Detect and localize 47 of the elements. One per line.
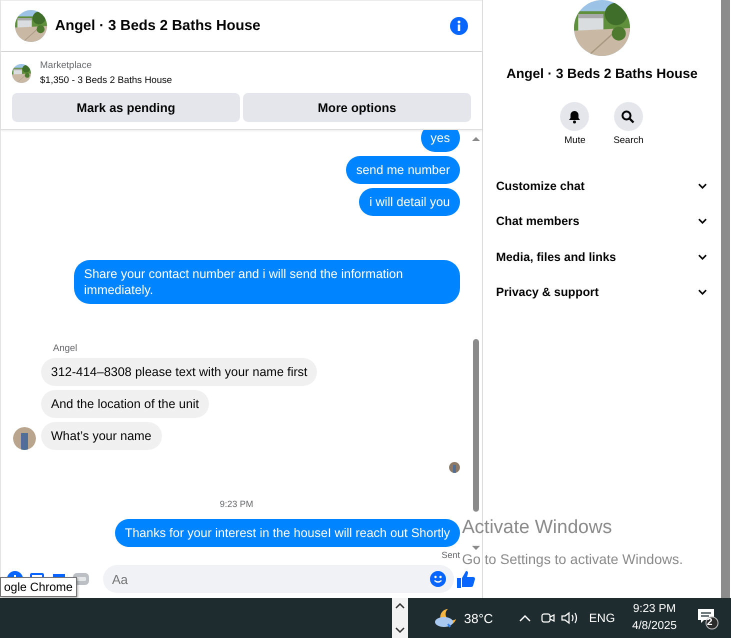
message-field[interactable]: Aa <box>103 565 454 593</box>
details-title: Angel · 3 Beds 2 Baths House <box>506 66 698 81</box>
seen-avatar <box>449 462 460 473</box>
activation-title: Activate Windows <box>462 517 613 539</box>
sender-name: Angel <box>53 343 78 354</box>
message-bubble: And the location of the unit <box>41 390 210 418</box>
activation-hint: Go to Settings to activate Windows. <box>462 551 683 567</box>
listing-source: Marketplace <box>40 60 93 71</box>
message-bubble: What’s your name <box>41 422 162 450</box>
scrollbar[interactable] <box>721 0 730 598</box>
chevron-icon <box>698 289 707 296</box>
notification-icon[interactable] <box>696 606 720 630</box>
scroll-arrows-icon[interactable] <box>392 598 408 638</box>
weather-icon[interactable] <box>434 607 458 629</box>
thumbs-up-icon[interactable] <box>456 569 476 589</box>
temperature[interactable]: 38°C <box>464 610 494 626</box>
chat-title: Angel · 3 Beds 2 Baths House <box>55 18 262 34</box>
listing-summary: $1,350 - 3 Beds 2 Baths House <box>40 75 172 86</box>
bell-icon <box>568 110 582 124</box>
chevron-icon <box>698 218 707 224</box>
listing-action-button[interactable]: Mark as pending <box>12 93 240 122</box>
chevron-up-icon[interactable] <box>519 614 532 622</box>
clock-time[interactable]: 9:23 PM <box>633 601 676 618</box>
message-bubble: Thanks for your interest in the houseI will reach out Shortly <box>114 519 460 547</box>
camera-icon[interactable] <box>541 611 556 625</box>
language-indicator[interactable]: ENG <box>589 611 616 625</box>
message-bubble: Share your contact number and i will send the information immediately. <box>74 260 460 304</box>
search-icon <box>621 110 636 124</box>
chevron-icon <box>698 254 707 260</box>
message-bubble: i will detail you <box>359 188 460 216</box>
notification-count: 2 <box>706 616 712 628</box>
speaker-icon[interactable] <box>561 611 580 625</box>
section-header[interactable]: Chat members <box>483 204 721 239</box>
info-icon[interactable] <box>450 17 468 35</box>
section-header[interactable]: Privacy & support <box>483 274 721 310</box>
tooltip: ogle Chrome <box>0 577 77 597</box>
section-header[interactable]: Media, files and links <box>483 239 721 274</box>
section-header[interactable]: Customize chat <box>483 168 721 204</box>
message-bubble: send me number <box>346 156 460 184</box>
chevron-icon <box>698 182 707 189</box>
timestamp: 9:23 PM <box>220 499 254 509</box>
clock-date[interactable]: 4/8/2025 <box>632 618 677 635</box>
message-bubble: 312-414–8308 please text with your name first <box>41 358 318 386</box>
avatar <box>13 427 36 450</box>
listing-action-button[interactable]: More options <box>243 93 471 122</box>
message-bubble: yes <box>420 130 460 152</box>
message-status: Sent <box>441 550 460 560</box>
